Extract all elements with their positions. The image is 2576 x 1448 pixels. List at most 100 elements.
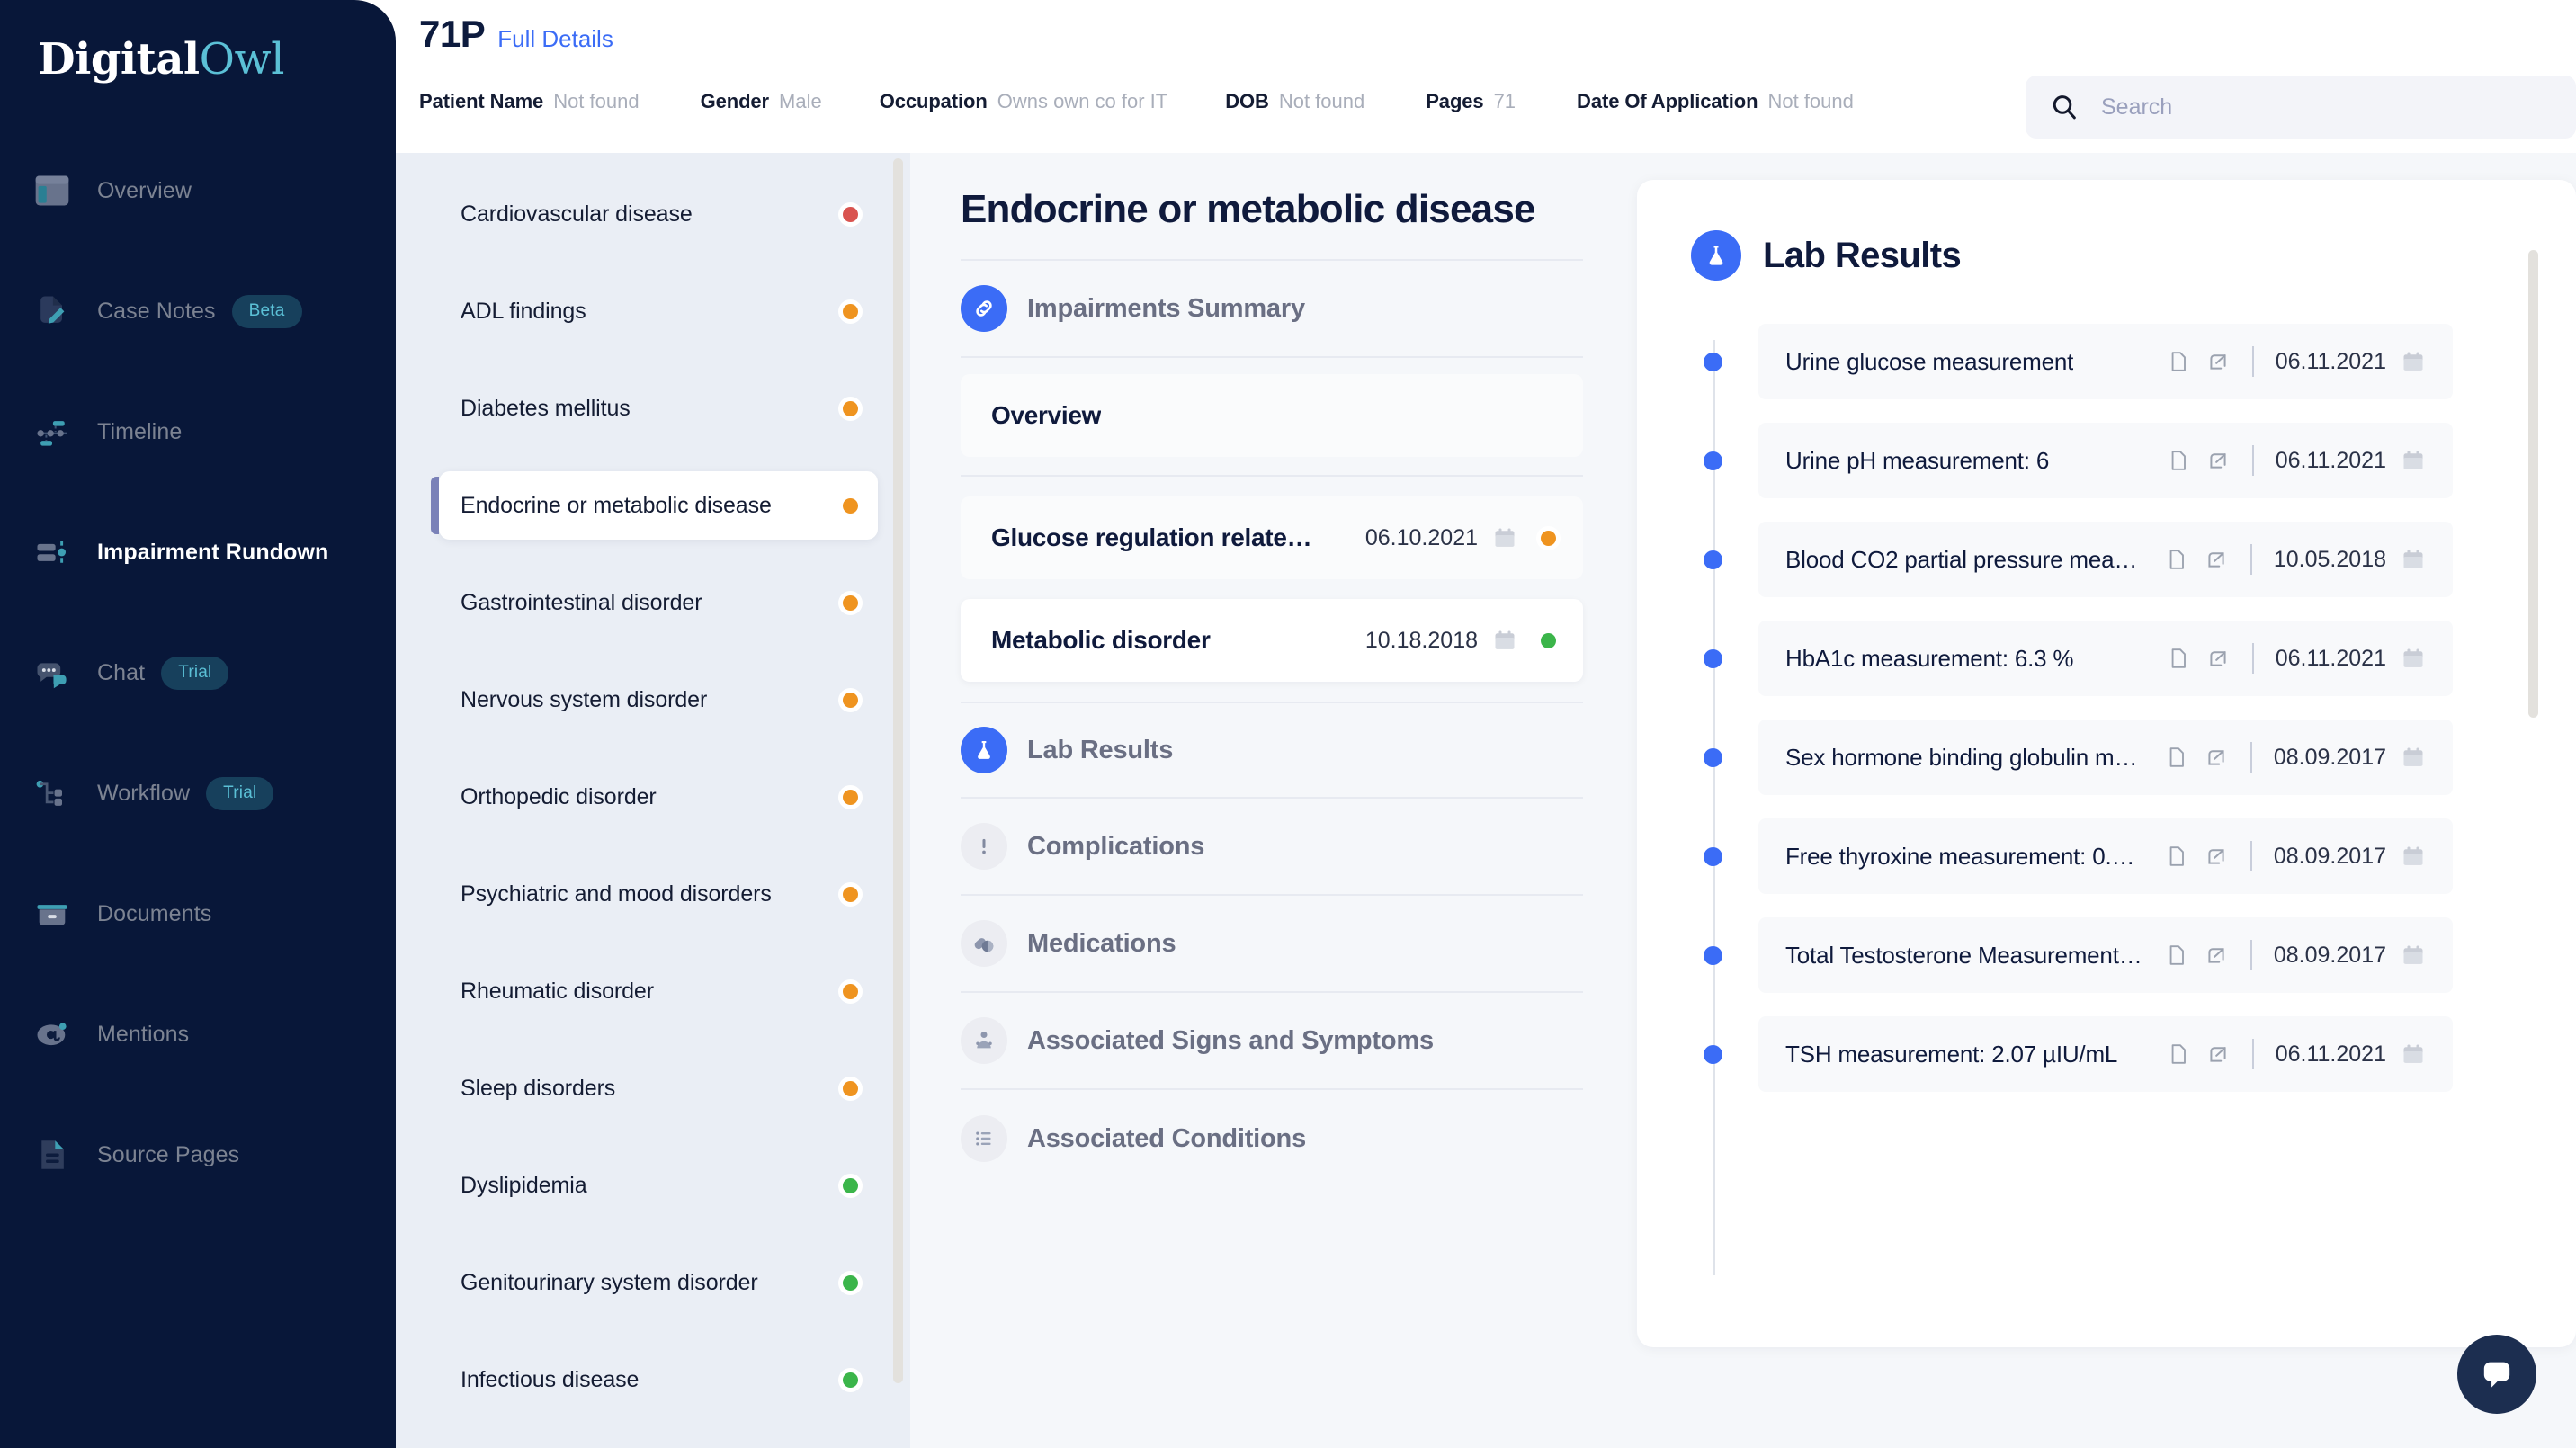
full-details-link[interactable]: Full Details [497,25,613,53]
document-page-icon[interactable] [2164,844,2189,869]
document-page-icon[interactable] [2166,646,2191,671]
section-label: Associated Signs and Symptoms [1027,1025,1434,1055]
sidebar-item-label: Source Pages [97,1141,240,1167]
document-page-icon[interactable] [2164,547,2189,572]
impairment-row[interactable]: Gastrointestinal disorder [439,568,878,637]
section-associated-conditions[interactable]: Associated Conditions [961,1090,1583,1187]
document-page-icon[interactable] [2164,745,2189,770]
severity-dot-orange [843,497,858,514]
lab-result-row: Urine pH measurement: 6 06.11.2021 [1704,423,2576,498]
search-input[interactable] [2101,94,2497,121]
open-external-icon[interactable] [2205,1041,2231,1067]
chat-fab-button[interactable] [2457,1335,2536,1414]
app-logo: DigitalOwl [0,0,396,85]
sidebar-item-source-pages[interactable]: Source Pages [0,1126,396,1184]
timeline-dot [1704,451,1722,470]
timeline-dot [1704,1044,1722,1064]
sidebar-item-case-notes[interactable]: Case Notes Beta [0,282,396,340]
person-icon [961,1017,1007,1064]
sidebar-item-timeline[interactable]: Timeline [0,403,396,460]
open-external-icon[interactable] [2204,547,2229,572]
lab-result-date: 06.11.2021 [2275,348,2386,374]
sidebar-item-mentions[interactable]: Mentions [0,1006,396,1063]
open-external-icon[interactable] [2204,844,2229,869]
main-area: 71P Full Details Patient Name Not found … [396,0,2576,1448]
section-impairments-summary[interactable]: Impairments Summary [961,261,1583,358]
impairment-row[interactable]: Psychiatric and mood disorders [439,860,878,928]
open-external-icon[interactable] [2204,943,2229,968]
impairment-row[interactable]: Orthopedic disorder [439,763,878,831]
impairment-label: Rheumatic disorder [461,978,654,1004]
summary-item-date: 10.18.2018 [1364,627,1478,653]
impairment-row[interactable]: ADL findings [439,277,878,345]
lab-result-pill[interactable]: Urine glucose measurement 06.11.2021 [1758,324,2453,399]
document-page-icon[interactable] [2164,943,2189,968]
severity-dot-green [1541,632,1556,648]
divider [2251,445,2254,476]
sidebar-nav: Overview Case Notes Beta Timeline Impair… [0,162,396,1184]
search-bar[interactable] [2026,76,2576,139]
meta-pages: Pages 71 [1426,90,1516,113]
open-external-icon[interactable] [2205,646,2231,671]
impairment-row[interactable]: Sleep disorders [439,1054,878,1122]
impairment-row-selected[interactable]: Endocrine or metabolic disease [431,471,878,540]
summary-item-row[interactable]: Glucose regulation relate… 06.10.2021 [961,496,1583,579]
lab-result-pill[interactable]: TSH measurement: 2.07 µIU/mL 06.11.2021 [1758,1016,2453,1092]
open-external-icon[interactable] [2205,448,2231,473]
lab-result-name: Total Testosterone Measurement… [1785,941,2142,969]
lab-results-header: Lab Results [1637,180,2576,281]
lab-result-actions: 06.11.2021 [2166,346,2426,377]
link-circle-icon [961,285,1007,332]
impairment-list-scrollbar[interactable] [893,158,903,1383]
document-page-icon[interactable] [2166,1041,2191,1067]
summary-item-name: Glucose regulation relate… [991,523,1312,551]
flask-icon [961,727,1007,773]
impairment-row[interactable]: Rheumatic disorder [439,957,878,1025]
note-edit-icon [31,290,74,333]
document-page-icon[interactable] [2166,448,2191,473]
lab-result-pill[interactable]: Total Testosterone Measurement… 08.09.20… [1758,917,2453,993]
open-external-icon[interactable] [2204,745,2229,770]
impairment-row[interactable]: Cardiovascular disease [439,180,878,248]
sidebar-item-documents[interactable]: Documents [0,885,396,943]
overview-card[interactable]: Overview [961,374,1583,457]
search-icon [2049,92,2080,122]
timeline-dot [1704,352,1722,371]
lab-result-pill[interactable]: Urine pH measurement: 6 06.11.2021 [1758,423,2453,498]
section-label: Complications [1027,831,1205,861]
meta-key: DOB [1225,90,1269,112]
lab-result-pill[interactable]: Sex hormone binding globulin m… 08.09.20… [1758,720,2453,795]
lab-result-date: 06.11.2021 [2275,645,2386,671]
impairment-label: Nervous system disorder [461,686,708,712]
sidebar-badge-trial-chat: Trial [161,656,229,690]
section-associated-signs-symptoms[interactable]: Associated Signs and Symptoms [961,993,1583,1090]
lab-result-pill[interactable]: HbA1c measurement: 6.3 % 06.11.2021 [1758,621,2453,696]
sidebar-item-overview[interactable]: Overview [0,162,396,219]
lab-result-pill[interactable]: Blood CO2 partial pressure mea… 10.05.20… [1758,522,2453,597]
lab-result-pill[interactable]: Free thyroxine measurement: 0.… 08.09.20… [1758,818,2453,894]
impairment-row[interactable]: Infectious disease [439,1345,878,1414]
archive-icon [31,892,74,935]
impairment-row[interactable]: Dyslipidemia [439,1151,878,1220]
section-label: Impairments Summary [1027,293,1305,323]
calendar-icon [1492,525,1517,550]
divider [2250,841,2252,871]
document-page-icon[interactable] [2166,349,2191,374]
summary-item-row[interactable]: Metabolic disorder 10.18.2018 [961,599,1583,682]
impairment-row[interactable]: Nervous system disorder [439,666,878,734]
detail-title: Endocrine or metabolic disease [961,187,1583,261]
lab-results-scrollbar[interactable] [2528,250,2538,718]
section-medications[interactable]: Medications [961,896,1583,993]
severity-dot-green [843,1177,858,1193]
sidebar-item-impairment-rundown[interactable]: Impairment Rundown [0,523,396,581]
impairment-label: Psychiatric and mood disorders [461,880,772,907]
section-lab-results[interactable]: Lab Results [961,702,1583,799]
sidebar-item-workflow[interactable]: Workflow Trial [0,764,396,822]
section-complications[interactable]: Complications [961,799,1583,896]
open-external-icon[interactable] [2205,349,2231,374]
sidebar-item-chat[interactable]: Chat Trial [0,644,396,702]
impairment-detail-column: Endocrine or metabolic disease Impairmen… [910,153,1637,1448]
page-title: 71P [419,13,486,55]
impairment-row[interactable]: Genitourinary system disorder [439,1248,878,1317]
impairment-row[interactable]: Diabetes mellitus [439,374,878,442]
